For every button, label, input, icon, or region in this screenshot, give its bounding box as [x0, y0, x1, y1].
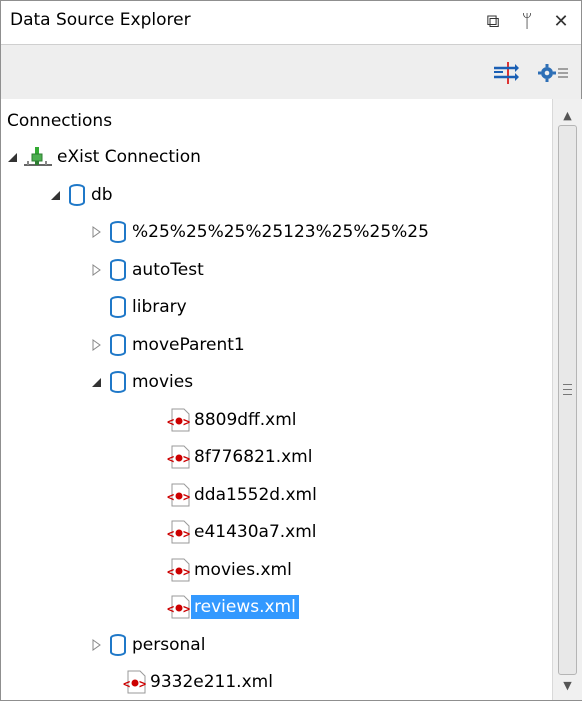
collapsed-arrow-icon[interactable]: [89, 263, 103, 277]
arrows-exchange-icon[interactable]: [491, 59, 519, 87]
close-icon[interactable]: ✕: [550, 9, 572, 33]
expanded-arrow-icon[interactable]: [48, 188, 62, 202]
tree-item-connection[interactable]: eXist Connection: [1, 140, 552, 174]
expanded-arrow-icon[interactable]: [5, 150, 19, 164]
tree-item-collection[interactable]: autoTest: [1, 253, 552, 287]
tree-item-label: movies.xml: [194, 560, 292, 580]
scrollbar-thumb[interactable]: [558, 125, 577, 675]
vertical-scrollbar[interactable]: ▲ ▼: [552, 99, 582, 700]
connection-icon: [23, 145, 53, 174]
svg-text:<: <: [167, 452, 174, 466]
svg-text:<: <: [167, 527, 174, 541]
pin-icon[interactable]: ᛘ: [516, 9, 538, 33]
tree-item-label: movies: [132, 372, 194, 392]
tree-item-collection[interactable]: db: [1, 178, 552, 212]
collapsed-arrow-icon[interactable]: [89, 638, 103, 652]
database-icon: [109, 258, 127, 287]
svg-text:>: >: [183, 490, 190, 504]
svg-text:>: >: [183, 602, 190, 616]
data-source-explorer-panel: Data Source Explorer ⧉ ᛘ ✕ Connections e…: [0, 0, 582, 701]
svg-text:>: >: [183, 565, 190, 579]
tree-item-file[interactable]: < >8f776821.xml: [1, 440, 552, 474]
tree-item-collection[interactable]: moveParent1: [1, 328, 552, 362]
database-icon: [109, 633, 127, 662]
tree-item-label: 8f776821.xml: [194, 447, 313, 467]
database-icon: [109, 333, 127, 362]
database-icon: [68, 183, 86, 212]
xml-file-icon: < >: [165, 444, 193, 475]
xml-file-icon: < >: [165, 557, 193, 588]
svg-text:<: <: [167, 602, 174, 616]
tree-item-label: moveParent1: [132, 335, 245, 355]
scroll-down-icon[interactable]: ▼: [553, 673, 582, 697]
tree-item-label: 9332e211.xml: [150, 672, 273, 692]
tree-item-file[interactable]: < > dda1552d.xml: [1, 478, 552, 512]
tree-item-label: db: [91, 185, 113, 205]
tree-item-label: autoTest: [132, 260, 204, 280]
tree-item-file[interactable]: < > reviews.xml: [1, 590, 552, 624]
tree-item-collection[interactable]: %25%25%25%25123%25%25%25: [1, 215, 552, 249]
collapsed-arrow-icon[interactable]: [89, 338, 103, 352]
tree-item-label: personal: [132, 635, 206, 655]
tree-item-label: %25%25%25%25123%25%25%25: [132, 222, 429, 242]
tree-item-file[interactable]: < > movies.xml: [1, 553, 552, 587]
tree-root[interactable]: Connections: [1, 104, 552, 138]
svg-text:>: >: [183, 415, 190, 429]
svg-text:>: >: [183, 452, 190, 466]
tree-item-label: dda1552d.xml: [194, 485, 317, 505]
tree-item-label: eXist Connection: [57, 147, 201, 167]
svg-text:<: <: [167, 565, 174, 579]
expanded-arrow-icon[interactable]: [89, 375, 103, 389]
tree-root-label: Connections: [7, 111, 113, 131]
tree-item-collection[interactable]: personal: [1, 628, 552, 662]
tree-item-collection[interactable]: library: [1, 290, 552, 324]
svg-text:<: <: [167, 415, 174, 429]
restore-icon[interactable]: ⧉: [482, 9, 504, 33]
connections-tree[interactable]: Connections eXist Connection db %25%25%25%…: [1, 99, 552, 700]
database-icon: [109, 220, 127, 249]
tree-item-label: 8809dff.xml: [194, 410, 297, 430]
tree-item-file[interactable]: < > e41430a7.xml: [1, 515, 552, 549]
tree-item-collection[interactable]: movies: [1, 365, 552, 399]
view-titlebar: Data Source Explorer ⧉ ᛘ ✕: [1, 1, 581, 44]
svg-text:>: >: [183, 527, 190, 541]
xml-file-icon: < >: [165, 482, 193, 513]
database-icon: [109, 370, 127, 399]
xml-file-icon: < >: [165, 519, 193, 550]
view-toolbar: [1, 44, 581, 100]
scroll-up-icon[interactable]: ▲: [553, 103, 582, 127]
view-title: Data Source Explorer: [10, 10, 191, 30]
xml-file-icon: < >: [121, 669, 149, 700]
tree-item-file[interactable]: < >8809dff.xml: [1, 403, 552, 437]
gear-menu-icon[interactable]: [537, 59, 571, 87]
collapsed-arrow-icon[interactable]: [89, 225, 103, 239]
svg-text:<: <: [123, 677, 130, 691]
grip-icon: [563, 384, 572, 397]
xml-file-icon: < >: [165, 407, 193, 438]
xml-file-icon: < >: [165, 594, 193, 625]
tree-item-file[interactable]: < >9332e211.xml: [1, 665, 552, 699]
svg-text:>: >: [139, 677, 146, 691]
tree-item-label: library: [132, 297, 187, 317]
svg-text:<: <: [167, 490, 174, 504]
tree-item-label: reviews.xml: [191, 595, 299, 619]
database-icon: [109, 295, 127, 324]
tree-item-label: e41430a7.xml: [194, 522, 317, 542]
